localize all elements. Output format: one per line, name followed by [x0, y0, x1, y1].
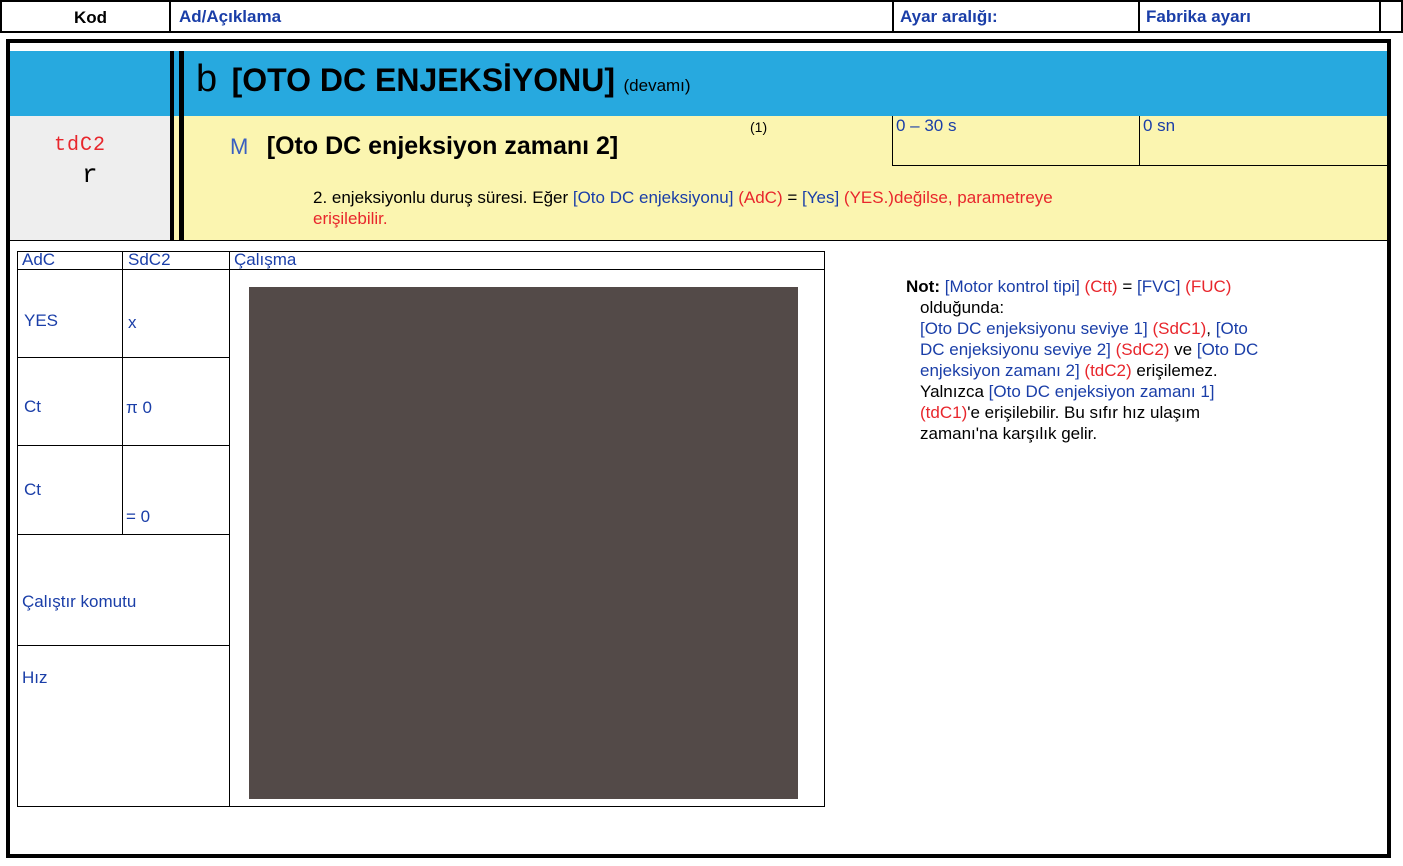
row1-sdc2: x [128, 313, 137, 332]
section-suffix: (devamı) [623, 76, 691, 95]
note-block: Not: [Motor kontrol tipi] (Ctt) = [FVC] … [906, 277, 1259, 443]
header-range: Ayar aralığı: [900, 7, 998, 26]
table-header-adc: AdC [22, 250, 56, 269]
table-header-sdc2: SdC2 [128, 250, 171, 269]
header-factory-cell: Fabrika ayarı [1138, 0, 1381, 33]
run-command-label: Çalıştır komutu [22, 592, 137, 611]
header-code-cell: Kod [0, 0, 171, 33]
param-title-row: M [Oto DC enjeksiyon zamanı 2] [230, 132, 618, 161]
header-factory: Fabrika ayarı [1146, 7, 1251, 26]
row-line [17, 645, 229, 646]
column-divider [179, 51, 184, 240]
param-name: [Oto DC enjeksiyon zamanı 2] [266, 132, 619, 160]
param-factory: 0 sn [1143, 116, 1176, 135]
param-footnote: (1) [750, 119, 768, 135]
param-menu-letter: M [230, 134, 249, 159]
row2-adc: Ct [24, 397, 41, 416]
section-title-row: b [OTO DC ENJEKSİYONU] (devamı) [196, 58, 691, 108]
row2-sdc2: π 0 [126, 398, 152, 417]
note-label: Not: [906, 277, 940, 296]
row-line [17, 534, 229, 535]
param-range: 0 – 30 s [896, 116, 957, 135]
header-name-cell: Ad/Açıklama [169, 0, 894, 33]
param-description: 2. enjeksiyonlu duruş süresi. Eğer [Oto … [313, 188, 1053, 228]
header-code: Kod [74, 8, 108, 27]
header-range-cell: Ayar aralığı: [892, 0, 1140, 33]
row1-adc: YES [24, 311, 59, 330]
header-name: Ad/Açıklama [179, 7, 282, 26]
col-line [229, 251, 230, 807]
row-line [17, 357, 229, 358]
section-title: [OTO DC ENJEKSİYONU] [231, 62, 616, 98]
col-line [122, 251, 123, 534]
row3-sdc2: = 0 [126, 507, 151, 526]
column-divider [170, 51, 174, 240]
speed-label: Hız [22, 668, 48, 687]
param-code-glyph: r [82, 160, 98, 190]
table-header-operation: Çalışma [234, 250, 297, 269]
row3-adc: Ct [24, 480, 41, 499]
operation-diagram [249, 287, 798, 799]
row-line [17, 445, 229, 446]
param-range-cell: 0 – 30 s [892, 116, 1140, 166]
param-code: tdC2 [54, 134, 107, 157]
param-factory-cell: 0 sn [1140, 116, 1387, 166]
section-icon-letter: b [196, 58, 218, 100]
row-divider [10, 240, 1387, 241]
